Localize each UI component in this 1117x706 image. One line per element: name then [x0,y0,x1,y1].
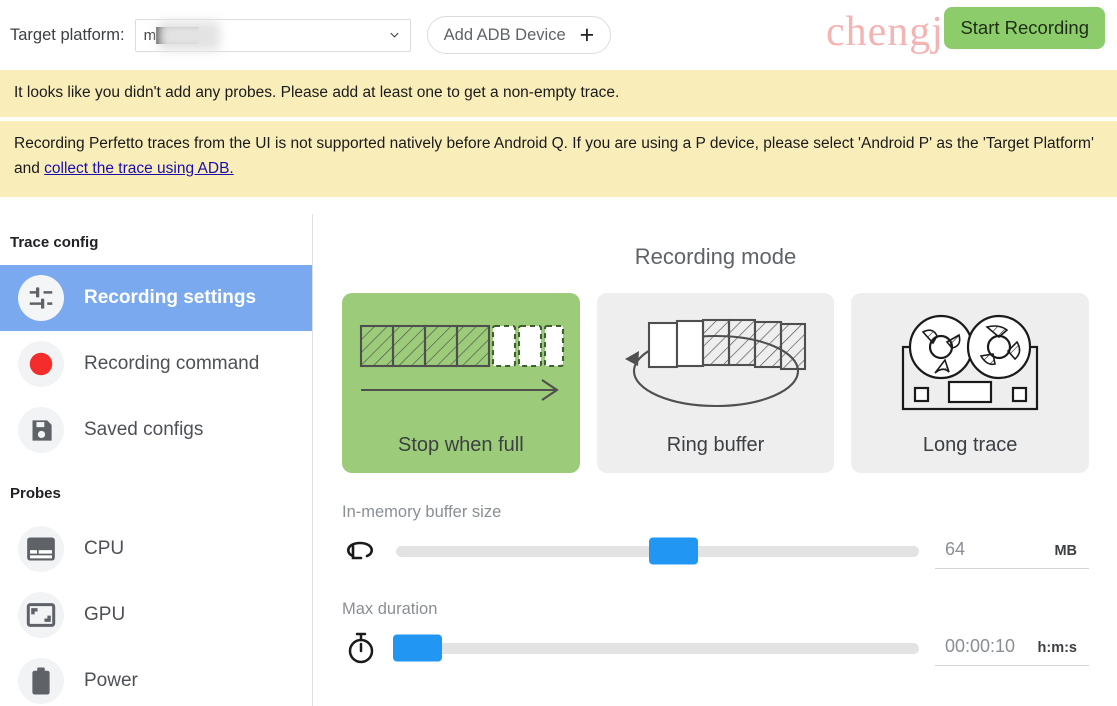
mode-card-stop-when-full[interactable]: Stop when full [342,293,580,473]
mode-card-ring-buffer[interactable]: Ring buffer [596,293,835,473]
gpu-frame-icon [18,592,64,638]
stopwatch-icon [342,629,380,667]
slider-track [396,642,919,654]
start-recording-label: Start Recording [960,17,1089,38]
max-duration-unit: h:m:s [1037,640,1077,656]
sidebar-item-label: Power [84,670,138,691]
mode-card-label: Long trace [922,434,1018,456]
slider-thumb[interactable] [392,634,442,662]
collect-trace-adb-link[interactable]: collect the trace using ADB. [44,160,234,177]
cpu-chip-icon [18,526,64,572]
recording-mode-options: Stop when full Ring buffer Long trace [314,270,1117,473]
sidebar-item-recording-command[interactable]: Recording command [0,331,312,397]
sidebar-section-probes-title: Probes [10,485,61,502]
mode-card-long-trace[interactable]: Long trace [851,293,1090,473]
add-adb-device-label: Add ADB Device [443,25,566,44]
buffer-size-value: 64 [945,539,966,559]
sidebar-item-label: Recording command [84,353,260,374]
mode-card-label: Ring buffer [666,434,765,456]
max-duration-label: Max duration [342,600,438,618]
sidebar-item-label: GPU [84,604,126,625]
loop-arrow-icon [342,532,380,570]
max-duration-control: Max duration 00:00:10 h:m:s [314,570,1117,667]
buffer-size-unit: MB [1054,543,1077,559]
slider-thumb[interactable] [649,537,699,565]
target-platform-select[interactable]: m████. [134,18,411,52]
sidebar: Trace config Recording settings Recordin… [0,214,313,706]
save-floppy-icon [18,407,64,453]
redaction-blur [157,20,220,51]
sidebar-item-label: CPU [84,538,125,559]
main-panel: Recording mode Stop when full Ring buffe… [314,214,1117,706]
linear-buffer-icon [342,293,580,434]
sidebar-item-gpu[interactable]: GPU [0,582,312,648]
add-adb-device-button[interactable]: Add ADB Device + [426,16,612,54]
sidebar-item-saved-configs[interactable]: Saved configs [0,397,312,463]
max-duration-value: 00:00:10 [945,636,1016,656]
max-duration-slider[interactable] [392,634,919,662]
battery-icon [18,658,64,704]
recording-mode-title: Recording mode [634,244,797,269]
no-probes-warning-text: It looks like you didn't add any probes.… [14,84,620,101]
plus-icon: + [579,20,595,49]
android-q-warning-banner: Recording Perfetto traces from the UI is… [0,121,1117,197]
sidebar-item-label: Saved configs [84,419,204,440]
record-circle-icon [18,341,64,387]
buffer-size-input[interactable]: 64 MB [935,533,1089,569]
buffer-size-slider[interactable] [396,537,919,565]
tape-reel-icon [851,293,1089,434]
top-toolbar: Target platform: m████. Add ADB Device +… [0,0,1117,70]
sidebar-item-power[interactable]: Power [0,648,312,706]
ring-buffer-icon [597,293,835,434]
target-platform-label: Target platform: [10,25,125,44]
buffer-size-control: In-memory buffer size 64 MB [314,473,1117,570]
sidebar-item-cpu[interactable]: CPU [0,516,312,582]
sidebar-section-trace-config-title: Trace config [10,234,99,251]
tune-icon [18,275,64,321]
sidebar-item-label: Recording settings [84,287,257,308]
max-duration-input[interactable]: 00:00:10 h:m:s [935,630,1089,666]
mode-card-label: Stop when full [398,434,524,456]
chevron-down-icon [390,32,399,38]
start-recording-button[interactable]: Start Recording [944,7,1105,49]
no-probes-warning-banner: It looks like you didn't add any probes.… [0,70,1117,117]
sidebar-item-recording-settings[interactable]: Recording settings [0,265,312,331]
buffer-size-label: In-memory buffer size [342,503,502,521]
